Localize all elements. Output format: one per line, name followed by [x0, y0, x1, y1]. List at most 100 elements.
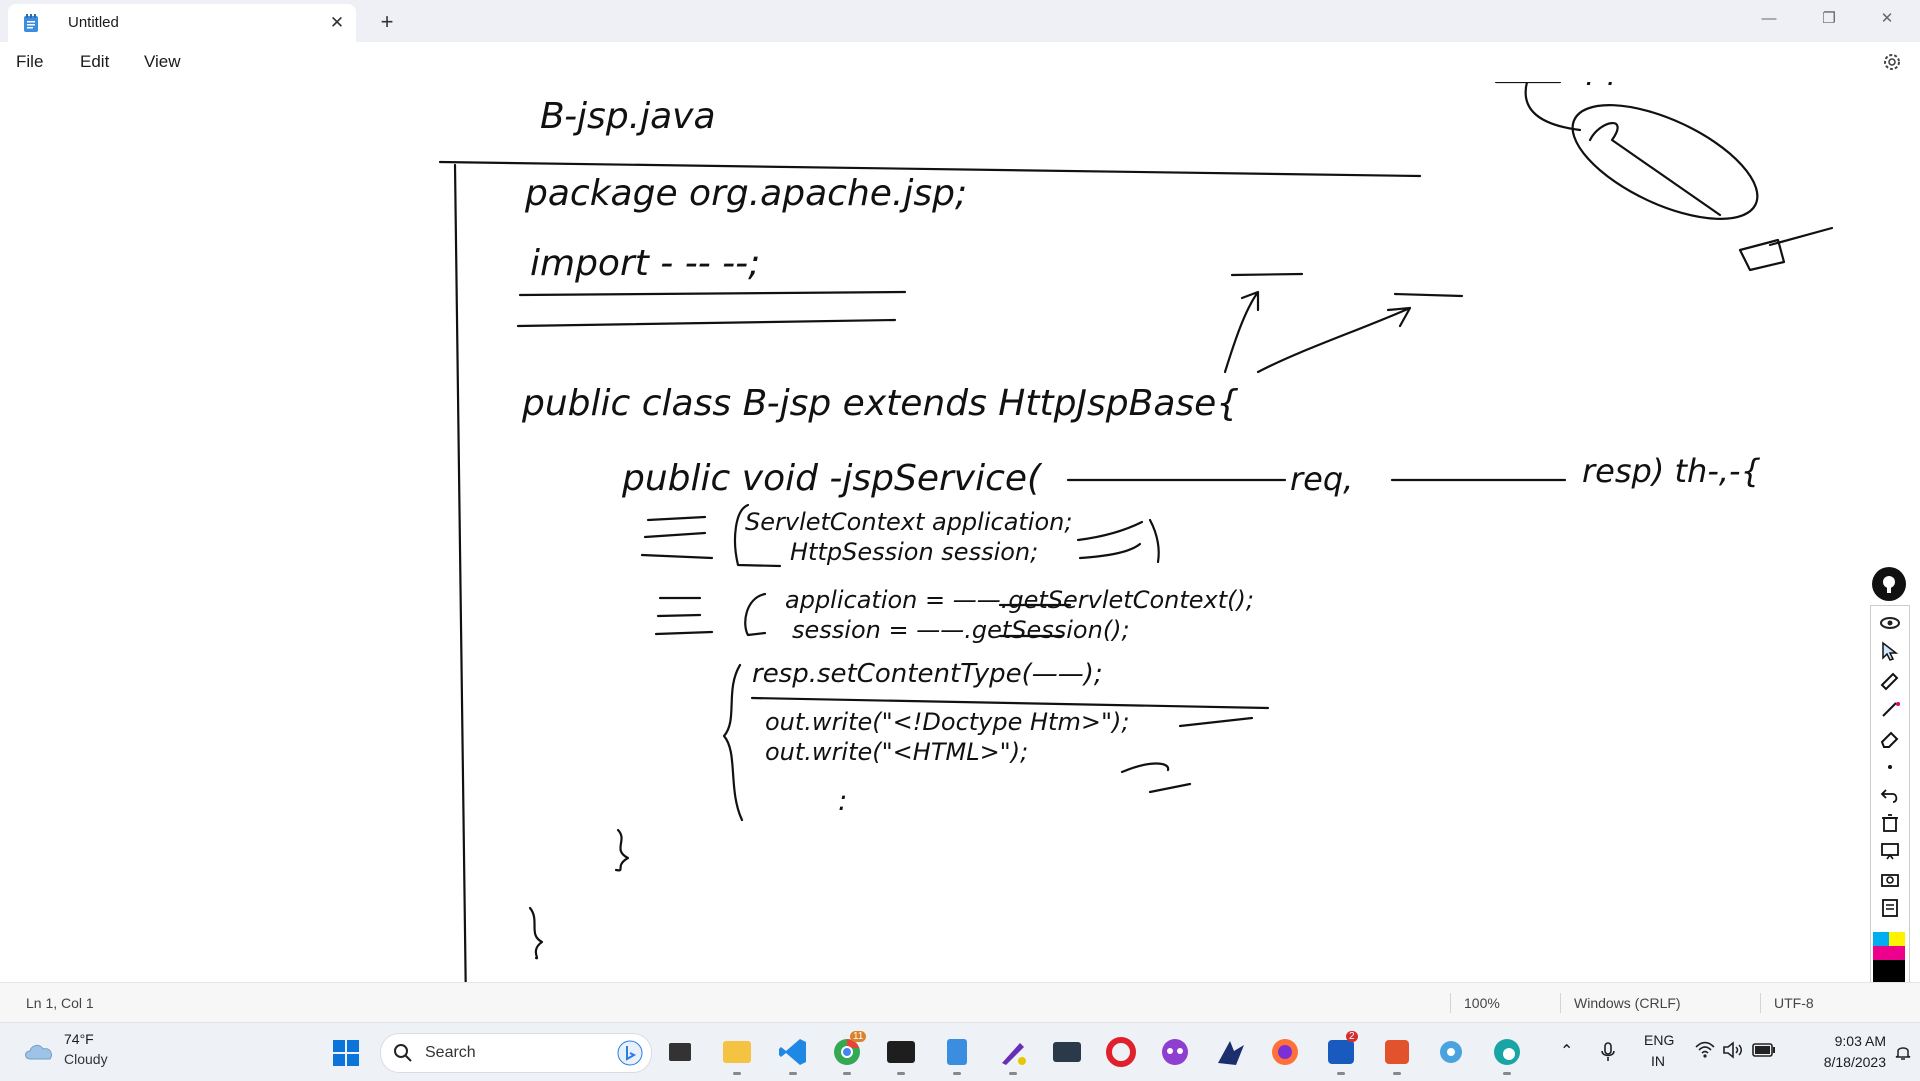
status-bar: Ln 1, Col 1 100% Windows (CRLF) UTF-8: [0, 982, 1920, 1023]
taskbar-search[interactable]: Search: [380, 1033, 652, 1073]
ink-squiggle: [1738, 226, 1834, 272]
clock-date[interactable]: 8/18/2023: [1800, 1054, 1886, 1070]
new-tab-button[interactable]: +: [372, 8, 402, 38]
ink-assign-session: session = ——.getSession();: [792, 616, 1130, 644]
word-icon[interactable]: 2: [1324, 1031, 1358, 1075]
windows-start-icon[interactable]: [332, 1039, 360, 1067]
ink-class: public class B-jsp extends HttpJspBase{: [521, 383, 1239, 424]
menu-view[interactable]: View: [144, 52, 181, 72]
pen-icon[interactable]: [1879, 698, 1901, 720]
tab-untitled[interactable]: Untitled ✕: [8, 4, 356, 42]
tab-title: Untitled: [68, 14, 119, 31]
minimize-button[interactable]: —: [1740, 0, 1798, 40]
language-eng[interactable]: ENG: [1644, 1032, 1674, 1048]
app-purple-icon[interactable]: [1158, 1035, 1192, 1069]
ink-oval: [1571, 104, 1759, 220]
zoom-level[interactable]: 100%: [1464, 995, 1500, 1011]
ink-dash: [1393, 292, 1464, 298]
ink-equals: [654, 596, 714, 636]
settings-gear-icon[interactable]: [1880, 50, 1904, 74]
language-in[interactable]: IN: [1651, 1053, 1665, 1069]
divider: [1450, 993, 1451, 1013]
menu-file[interactable]: File: [16, 52, 43, 72]
ink-req: req,: [1290, 460, 1353, 498]
maximize-button[interactable]: ❐: [1800, 0, 1858, 40]
ink-set-content: resp.setContentType(——);: [752, 659, 1103, 689]
bing-icon[interactable]: [617, 1040, 643, 1066]
dot-size-icon[interactable]: [1879, 756, 1901, 778]
wifi-icon[interactable]: [1694, 1041, 1716, 1059]
clipboard-icon[interactable]: [1879, 896, 1901, 918]
app-bird-icon[interactable]: [1214, 1035, 1248, 1069]
weather-desc[interactable]: Cloudy: [64, 1051, 108, 1067]
notepad-taskbar-icon[interactable]: [940, 1035, 974, 1075]
task-view-icon[interactable]: [664, 1035, 698, 1069]
line-ending[interactable]: Windows (CRLF): [1574, 995, 1681, 1011]
app-red-icon[interactable]: [1380, 1035, 1414, 1075]
select-pointer-icon[interactable]: [1879, 640, 1901, 662]
menu-edit[interactable]: Edit: [80, 52, 109, 72]
chevron-up-icon[interactable]: ⌃: [1560, 1041, 1573, 1061]
ink-import: import - -- --;: [530, 243, 760, 284]
whiteboard-icon[interactable]: [1879, 840, 1901, 862]
mysql-icon[interactable]: [1050, 1035, 1084, 1069]
microphone-icon[interactable]: [1600, 1041, 1616, 1063]
ink-bracket: [744, 592, 767, 637]
ink-margin-line: [453, 163, 467, 982]
ink-app-label: app: [1566, 82, 1630, 87]
highlighter-icon[interactable]: [1879, 670, 1901, 692]
undo-icon[interactable]: [1879, 784, 1901, 806]
ink-dots: :: [838, 784, 847, 817]
ink-underline: [516, 318, 897, 328]
search-placeholder: Search: [425, 1044, 476, 1061]
ink-brace: [528, 906, 544, 960]
ink-package: package org.apache.jsp;: [524, 173, 967, 214]
ink-arrow: [1223, 290, 1260, 374]
ink-title: B-jsp.java: [540, 96, 716, 137]
battery-icon[interactable]: [1752, 1043, 1776, 1057]
eye-icon[interactable]: [1879, 612, 1901, 634]
ink-drawing: B-jsp.java package org.apache.jsp; impor…: [438, 82, 1834, 982]
camera-icon[interactable]: [1879, 868, 1901, 890]
volume-icon[interactable]: [1722, 1041, 1744, 1059]
menu-bar: File Edit View: [0, 42, 1920, 82]
ink-brace: [614, 828, 630, 872]
ink-resp: resp) th-,-{: [1582, 452, 1761, 490]
app-gear-colorful-icon[interactable]: [1434, 1035, 1468, 1069]
vscode-icon[interactable]: [776, 1035, 810, 1075]
ink-brace: [722, 663, 744, 822]
edge-icon[interactable]: [1490, 1035, 1524, 1075]
word-badge: 2: [1346, 1031, 1358, 1042]
weather-temp[interactable]: 74°F: [64, 1031, 94, 1047]
close-window-button[interactable]: ✕: [1858, 0, 1916, 40]
opera-icon[interactable]: [1104, 1035, 1138, 1069]
ink-brace: [1148, 518, 1160, 564]
close-tab-button[interactable]: ✕: [324, 10, 350, 36]
file-explorer-icon[interactable]: [720, 1035, 754, 1075]
clock-time[interactable]: 9:03 AM: [1808, 1033, 1886, 1049]
ink-arrow: [1256, 306, 1412, 374]
trash-icon[interactable]: [1879, 812, 1901, 834]
pen-tool-icon[interactable]: [996, 1035, 1030, 1075]
ink-squiggle: [1588, 122, 1722, 217]
ink-canvas[interactable]: B-jsp.java package org.apache.jsp; impor…: [0, 82, 1920, 982]
ink-write-2: out.write("<HTML>");: [765, 738, 1028, 766]
ink-dash: [1230, 272, 1304, 277]
notification-bell-icon[interactable]: [1894, 1043, 1912, 1061]
eraser-icon[interactable]: [1879, 728, 1901, 750]
firefox-icon[interactable]: [1268, 1035, 1302, 1069]
ink-assign-app: application = ——.getServletContext();: [785, 586, 1254, 614]
ink-dash: [1076, 520, 1144, 560]
cloud-icon[interactable]: [22, 1039, 56, 1063]
chrome-icon[interactable]: 11: [830, 1031, 867, 1075]
encoding[interactable]: UTF-8: [1774, 995, 1814, 1011]
ink-service: public void -jspService(: [621, 458, 1043, 499]
ink-write-1: out.write("<!Doctype Htm>");: [765, 708, 1129, 736]
title-bar: Untitled ✕ + — ❐ ✕: [0, 0, 1920, 42]
divider: [1560, 993, 1561, 1013]
ink-toolbar: [1870, 605, 1910, 1007]
terminal-icon[interactable]: [884, 1035, 918, 1075]
ink-underline: [750, 696, 1270, 710]
ink-underline: [518, 290, 907, 297]
pen-menu-icon[interactable]: [1870, 565, 1908, 603]
